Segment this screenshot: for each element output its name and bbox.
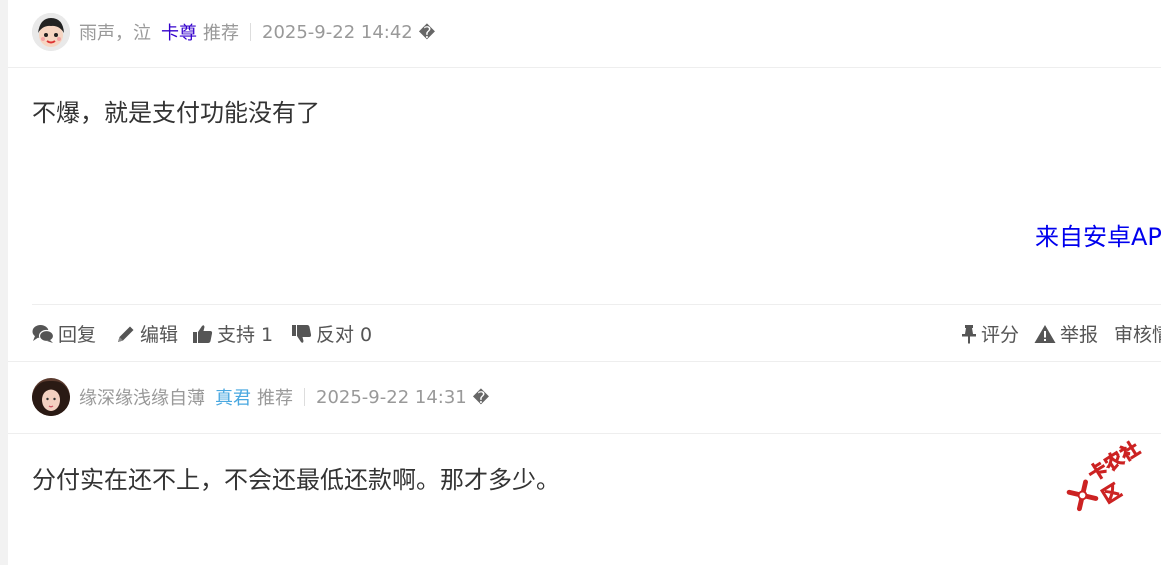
- user-rank[interactable]: 卡尊: [161, 19, 197, 45]
- comments-icon: [32, 324, 54, 343]
- post-1-header: 雨声，泣 卡尊 推荐 2025-9-22 14:42 �: [32, 12, 435, 52]
- report-label: 举报: [1060, 324, 1099, 346]
- reply-button[interactable]: 回复: [32, 320, 96, 347]
- separator: [304, 388, 305, 406]
- thumbs-up-icon: [193, 324, 213, 343]
- edit-button[interactable]: 编辑: [116, 320, 178, 347]
- divider: [32, 304, 1161, 305]
- username[interactable]: 缘深缘浅缘自薄: [79, 384, 205, 410]
- post-content: 分付实在还不上，不会还最低还款啊。那才多少。: [32, 466, 560, 494]
- watermark: 卡农社区: [1058, 425, 1161, 524]
- reply-label: 回复: [58, 324, 97, 346]
- edit-label: 编辑: [140, 324, 179, 346]
- user-rank[interactable]: 真君: [215, 384, 251, 410]
- avatar[interactable]: [32, 378, 70, 416]
- report-button[interactable]: 举报: [1034, 320, 1098, 347]
- more-icon[interactable]: �: [419, 23, 435, 42]
- post-content: 不爆，就是支付功能没有了: [32, 99, 320, 127]
- post-2-header: 缘深缘浅缘自薄 真君 推荐 2025-9-22 14:31 �: [32, 377, 489, 417]
- avatar[interactable]: [32, 13, 70, 51]
- post-source-link[interactable]: 来自安卓AP: [1035, 217, 1161, 252]
- oppose-label: 反对 0: [316, 324, 373, 346]
- rate-button[interactable]: 评分: [961, 320, 1019, 347]
- username[interactable]: 雨声，泣: [79, 19, 151, 45]
- pencil-icon: [118, 326, 134, 342]
- left-strip: [0, 0, 8, 565]
- oppose-button[interactable]: 反对 0: [291, 320, 372, 347]
- thumbs-down-icon: [292, 324, 312, 343]
- review-button[interactable]: 审核情: [1114, 320, 1161, 347]
- support-label: 支持 1: [217, 324, 274, 346]
- post-time: 2025-9-22 14:42: [262, 21, 413, 43]
- rate-label: 评分: [981, 324, 1020, 346]
- more-icon[interactable]: �: [473, 388, 489, 407]
- divider: [8, 433, 1161, 434]
- recommend-label: 推荐: [257, 388, 293, 409]
- post-actions: 回复 编辑 支持 1 反对 0 评分 举报 审核: [32, 320, 1161, 346]
- warning-icon: [1034, 324, 1056, 343]
- divider: [8, 361, 1161, 362]
- pin-icon: [962, 324, 976, 343]
- separator: [250, 23, 251, 41]
- recommend-label: 推荐: [203, 23, 239, 44]
- divider: [8, 67, 1161, 68]
- review-label: 审核情: [1114, 324, 1161, 346]
- support-button[interactable]: 支持 1: [192, 320, 273, 347]
- post-time: 2025-9-22 14:31: [316, 386, 467, 408]
